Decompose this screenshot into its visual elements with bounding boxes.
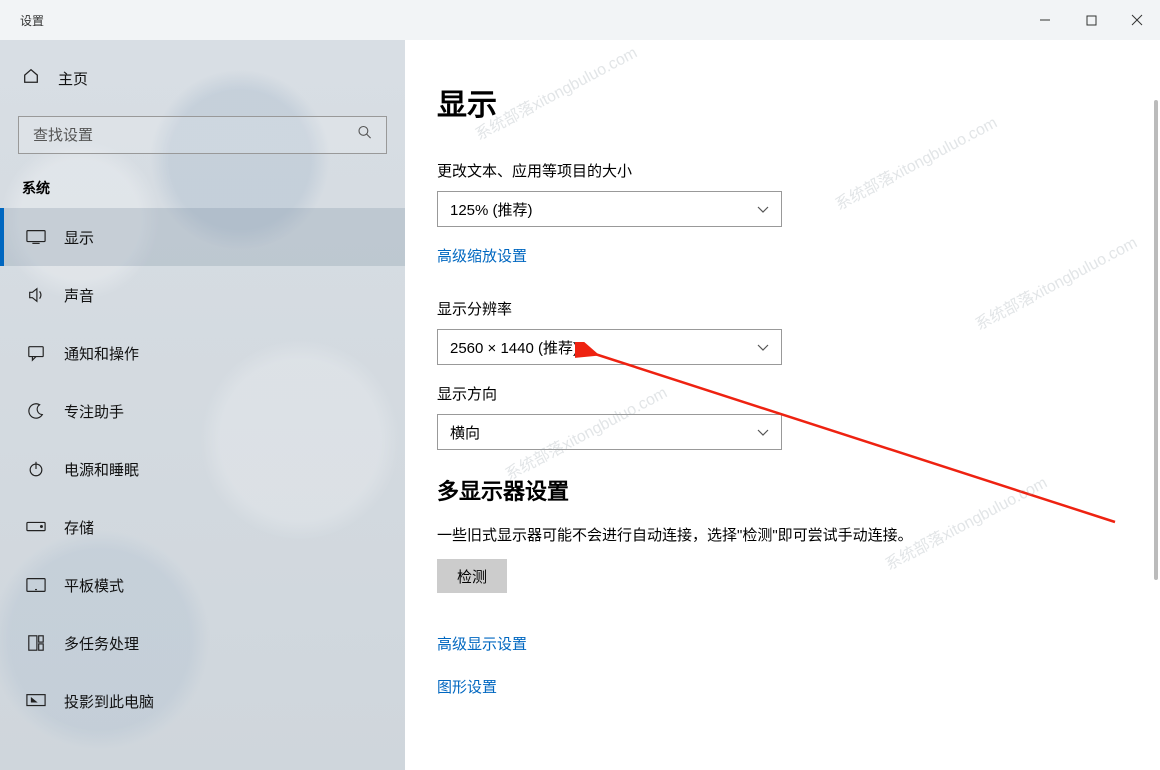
maximize-button[interactable]	[1068, 0, 1114, 40]
nav-label: 通知和操作	[64, 343, 139, 364]
sidebar-item-storage[interactable]: 存储	[0, 498, 405, 556]
orientation-dropdown[interactable]: 横向	[437, 414, 782, 450]
tablet-icon	[26, 575, 46, 595]
sidebar-item-multitask[interactable]: 多任务处理	[0, 614, 405, 672]
moon-icon	[26, 401, 46, 421]
nav-label: 存储	[64, 517, 94, 538]
sidebar-item-sound[interactable]: 声音	[0, 266, 405, 324]
nav-label: 多任务处理	[64, 633, 139, 654]
close-button[interactable]	[1114, 0, 1160, 40]
advanced-display-link[interactable]: 高级显示设置	[437, 633, 1120, 654]
nav-label: 专注助手	[64, 401, 124, 422]
sidebar-category: 系统	[0, 172, 405, 208]
nav-label: 声音	[64, 285, 94, 306]
watermark: 系统部落xitongbuluo.com	[970, 229, 1141, 335]
minimize-button[interactable]	[1022, 0, 1068, 40]
sidebar-nav: 显示 声音 通知和操作 专注助手 电源和睡眠 存储	[0, 208, 405, 730]
sidebar-home[interactable]: 主页	[0, 50, 405, 106]
sidebar-item-tablet[interactable]: 平板模式	[0, 556, 405, 614]
resolution-dropdown[interactable]: 2560 × 1440 (推荐)	[437, 329, 782, 365]
advanced-scale-link[interactable]: 高级缩放设置	[437, 245, 527, 266]
power-icon	[26, 459, 46, 479]
scale-label: 更改文本、应用等项目的大小	[437, 160, 1120, 181]
monitor-icon	[26, 227, 46, 247]
scrollbar-thumb[interactable]	[1154, 100, 1158, 580]
content-pane: 显示 更改文本、应用等项目的大小 125% (推荐) 高级缩放设置 显示分辨率 …	[405, 40, 1160, 770]
vertical-scrollbar[interactable]	[1146, 40, 1160, 770]
window-title: 设置	[0, 12, 44, 29]
graphics-settings-link[interactable]: 图形设置	[437, 676, 1120, 697]
resolution-label: 显示分辨率	[437, 298, 1120, 319]
window-controls	[1022, 0, 1160, 40]
sidebar-item-project[interactable]: 投影到此电脑	[0, 672, 405, 730]
speaker-icon	[26, 285, 46, 305]
orientation-label: 显示方向	[437, 383, 1120, 404]
nav-label: 投影到此电脑	[64, 691, 154, 712]
scale-dropdown[interactable]: 125% (推荐)	[437, 191, 782, 227]
chevron-down-icon	[757, 339, 769, 356]
scale-value: 125% (推荐)	[450, 199, 533, 220]
nav-label: 显示	[64, 227, 94, 248]
sidebar-item-notifications[interactable]: 通知和操作	[0, 324, 405, 382]
multi-monitor-desc: 一些旧式显示器可能不会进行自动连接，选择"检测"即可尝试手动连接。	[437, 524, 1077, 545]
sidebar: 主页 系统 显示 声音 通知和操作 专注助手	[0, 40, 405, 770]
orientation-value: 横向	[450, 422, 480, 443]
titlebar: 设置	[0, 0, 1160, 40]
chevron-down-icon	[757, 424, 769, 441]
resolution-value: 2560 × 1440 (推荐)	[450, 337, 578, 358]
page-heading: 显示	[437, 80, 1120, 124]
nav-label: 电源和睡眠	[64, 459, 139, 480]
sidebar-home-label: 主页	[58, 68, 88, 89]
chat-icon	[26, 343, 46, 363]
search-input[interactable]	[18, 116, 387, 154]
detect-button[interactable]: 检测	[437, 559, 507, 593]
multitask-icon	[26, 633, 46, 653]
sidebar-item-display[interactable]: 显示	[0, 208, 405, 266]
project-icon	[26, 691, 46, 711]
drive-icon	[26, 517, 46, 537]
sidebar-item-power[interactable]: 电源和睡眠	[0, 440, 405, 498]
home-icon	[22, 67, 40, 89]
sidebar-item-focus[interactable]: 专注助手	[0, 382, 405, 440]
chevron-down-icon	[757, 201, 769, 218]
search-field[interactable]	[18, 116, 387, 154]
search-icon	[357, 125, 373, 146]
nav-label: 平板模式	[64, 575, 124, 596]
multi-monitor-heading: 多显示器设置	[437, 474, 1120, 506]
